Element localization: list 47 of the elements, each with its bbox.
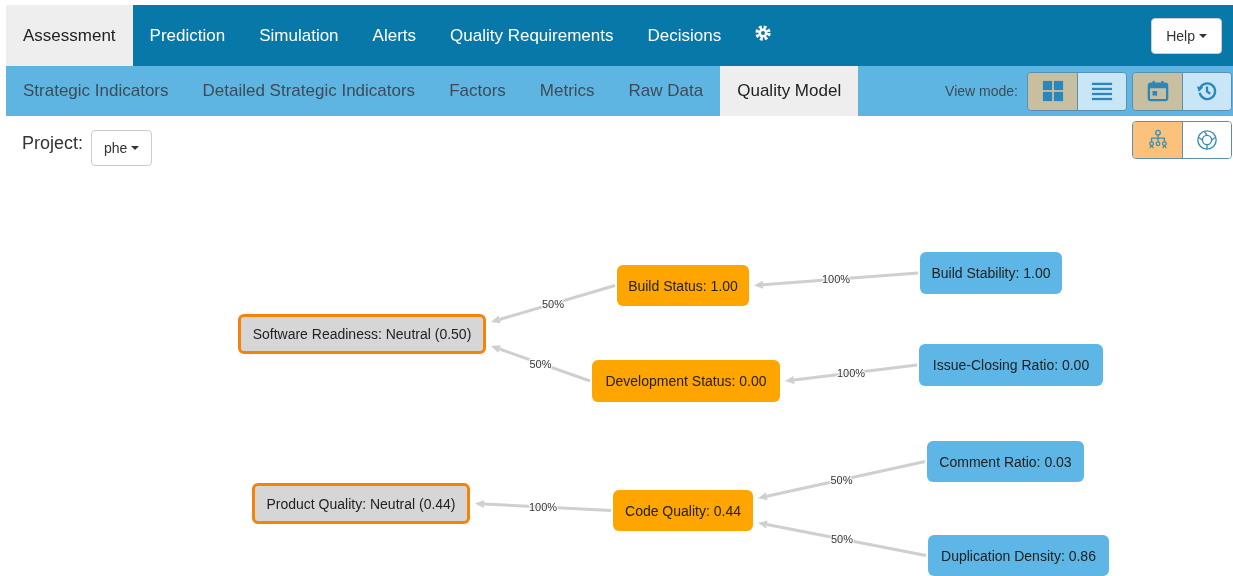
list-icon (1091, 80, 1113, 102)
calendar-view-button[interactable] (1133, 72, 1182, 110)
metric-node[interactable]: Duplication Density: 0.86 (928, 535, 1109, 576)
nav-tab[interactable]: Strategic Indicators (6, 66, 186, 116)
edge-weight-label: 50% (529, 357, 552, 370)
grid-icon (1041, 80, 1064, 102)
caret-icon (131, 145, 140, 150)
edge-weight-label: 100% (821, 273, 851, 286)
project-label: Project: (22, 133, 84, 154)
factor-node[interactable]: Code Quality: 0.44 (613, 490, 753, 531)
metric-node[interactable]: Issue-Closing Ratio: 0.00 (919, 344, 1103, 386)
nav-tab[interactable]: Alerts (355, 5, 434, 66)
tree-graph-button[interactable] (1133, 121, 1182, 158)
strategic-node[interactable]: Software Readiness: Neutral (0.50) (238, 314, 486, 354)
metric-node[interactable]: Build Stability: 1.00 (920, 252, 1062, 294)
nav-tab[interactable]: Quality Requirements (433, 5, 631, 66)
edge-weight-label: 50% (542, 297, 564, 310)
hierarchy-icon (1146, 128, 1169, 151)
nav-tab[interactable]: Factors (432, 66, 523, 116)
circular-graph-icon (1196, 128, 1218, 151)
nav-tab[interactable]: Assessment (6, 5, 133, 66)
view-mode-label: View mode: (945, 83, 1018, 99)
nav-tab[interactable]: Quality Model (720, 66, 859, 116)
edge-weight-label: 50% (831, 533, 853, 546)
edge-weight-label: 100% (836, 367, 866, 379)
calendar-icon (1146, 80, 1169, 102)
factor-node[interactable]: Development Status: 0.00 (592, 360, 780, 402)
caret-icon (1199, 33, 1207, 38)
nav-tab[interactable]: Detailed Strategic Indicators (185, 66, 433, 116)
history-view-button[interactable] (1182, 72, 1231, 110)
project-dropdown[interactable]: phe (91, 129, 153, 166)
nav-tab[interactable]: Metrics (522, 66, 612, 116)
factor-node[interactable]: Build Status: 1.00 (617, 265, 749, 306)
nav-tab[interactable]: Decisions (630, 5, 739, 66)
circle-graph-button[interactable] (1182, 121, 1231, 158)
help-dropdown-button[interactable]: Help (1151, 17, 1222, 54)
edge-weight-label: 50% (830, 473, 853, 486)
history-icon (1196, 80, 1218, 102)
nav-tab[interactable]: Simulation (242, 5, 356, 66)
settings-icon[interactable] (754, 23, 773, 42)
grid-view-button[interactable] (1028, 72, 1077, 110)
edge-weight-label: 100% (528, 501, 558, 513)
list-view-button[interactable] (1077, 72, 1126, 110)
metric-node[interactable]: Comment Ratio: 0.03 (927, 441, 1084, 482)
nav-tab[interactable]: Raw Data (611, 66, 721, 116)
strategic-node[interactable]: Product Quality: Neutral (0.44) (252, 483, 470, 524)
nav-tab[interactable]: Prediction (132, 5, 243, 66)
